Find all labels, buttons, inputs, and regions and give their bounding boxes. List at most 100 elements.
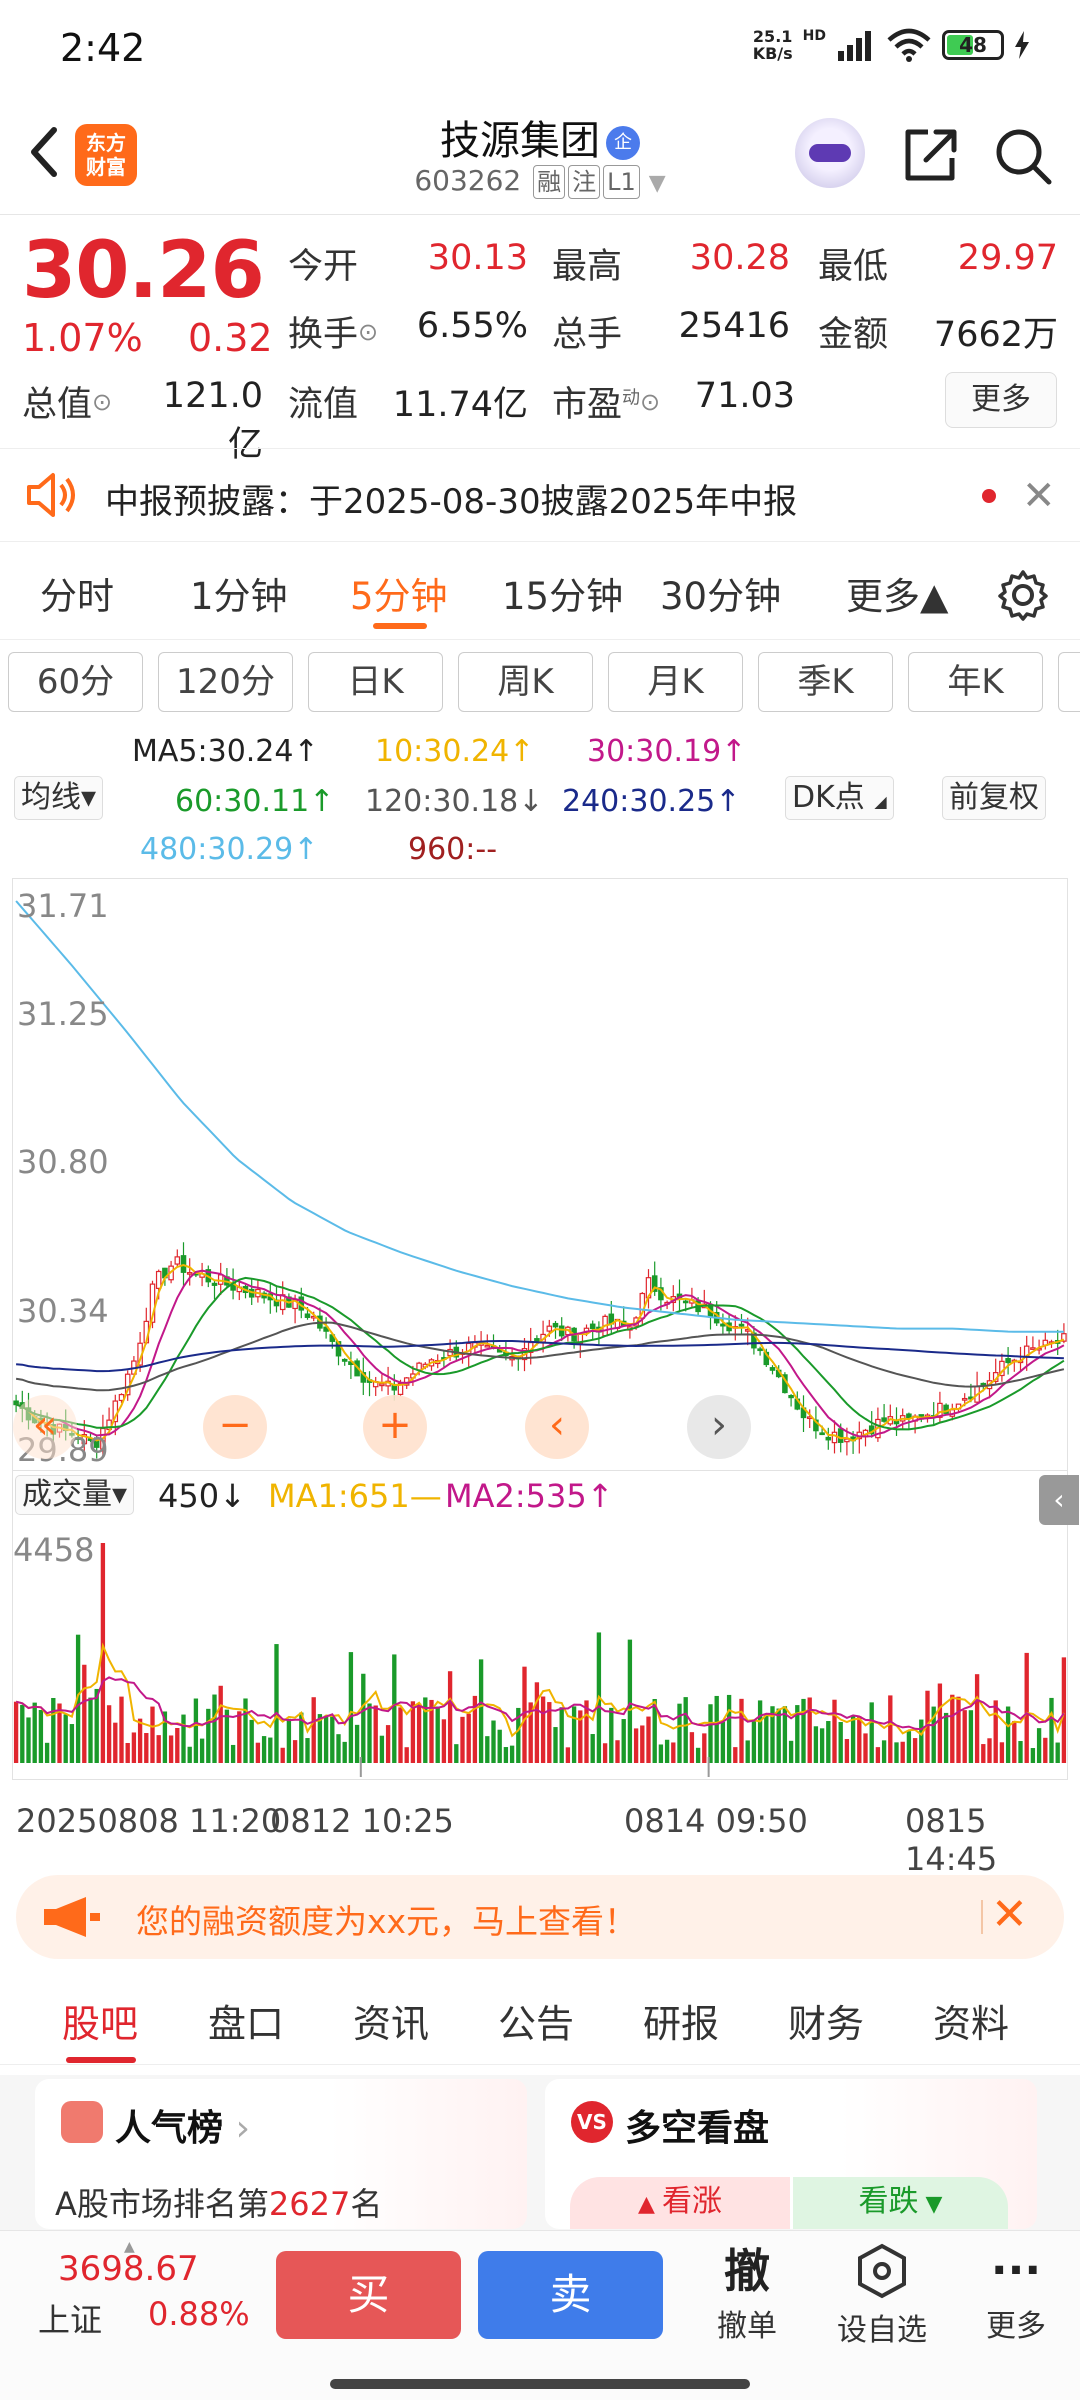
tab-forum[interactable]: 股吧 — [62, 1993, 138, 2048]
kline-chart[interactable]: 31.71 31.25 30.80 30.34 29.89 « − + ‹ › — [12, 878, 1068, 1478]
close-icon[interactable]: ✕ — [991, 1889, 1028, 1940]
bear-button[interactable]: 看跌 ▼ — [793, 2177, 1008, 2229]
volume-bar — [311, 1697, 316, 1763]
volume-bar — [764, 1714, 769, 1763]
popularity-card[interactable]: 人气榜 › A股市场排名第2627名 — [35, 2079, 527, 2229]
tab-research[interactable]: 研报 — [643, 1993, 719, 2048]
promo-banner[interactable]: 您的融资额度为xx元，马上查看！ ✕ — [16, 1875, 1064, 1959]
volume-bar — [869, 1702, 874, 1763]
open-value: 30.13 — [427, 238, 528, 278]
volume-bar — [1030, 1748, 1036, 1763]
volume-bar — [615, 1740, 620, 1763]
more-button[interactable]: ··· 更多 — [966, 2243, 1066, 2345]
dk-point-button[interactable]: DK点 ◢ — [785, 776, 894, 820]
volume-bar — [720, 1721, 726, 1763]
dropdown-triangle-icon[interactable]: ▼ — [649, 171, 666, 196]
sentiment-card[interactable]: VS 多空看盘 ▲ 看涨 看跌 ▼ — [545, 2079, 1037, 2229]
volume-bar — [460, 1716, 465, 1763]
volume-bar — [441, 1719, 447, 1763]
tab-news[interactable]: 资讯 — [353, 1993, 429, 2048]
tab-yearly[interactable]: 年K — [908, 652, 1043, 712]
volume-bar — [323, 1715, 329, 1763]
y-tick-label: 30.34 — [17, 1292, 109, 1330]
tab-15min[interactable]: 15分钟 — [502, 566, 623, 620]
volume-bar — [745, 1740, 750, 1763]
candle-body — [546, 1325, 553, 1332]
candle-body — [217, 1274, 224, 1285]
volume-bar — [695, 1747, 701, 1763]
zoom-in-icon[interactable]: + — [363, 1395, 427, 1459]
add-watchlist-button[interactable]: 设自选 — [832, 2243, 932, 2349]
y-tick-label: 31.25 — [17, 995, 109, 1033]
volume-bar — [633, 1728, 639, 1763]
kline-period-tabs: 60分 120分 日K 周K 月K 季K 年K — [0, 652, 1080, 714]
notice-bar[interactable]: 中报预披露：于2025-08-30披露2025年中报 ✕ — [0, 448, 1080, 542]
volume-bar — [113, 1722, 118, 1763]
tab-financials[interactable]: 财务 — [788, 1993, 864, 2048]
tab-quarterly[interactable]: 季K — [758, 652, 893, 712]
tab-timeshare[interactable]: 分时 — [40, 566, 114, 620]
indicator-selector[interactable]: 成交量▾ — [15, 1475, 135, 1515]
volume-bar — [1061, 1657, 1067, 1763]
tab-more[interactable]: 更多▲ — [846, 566, 948, 620]
tab-announcements[interactable]: 公告 — [498, 1993, 574, 2048]
index-value[interactable]: 3698.67 — [58, 2249, 199, 2289]
adjust-button[interactable]: 前复权 — [942, 776, 1046, 820]
collapse-panel-icon[interactable]: ‹ — [1039, 1475, 1079, 1525]
volume-panel[interactable]: 成交量▾ 450↓ MA1:651— MA2:535↑ ‹ 4458 — [12, 1470, 1079, 1780]
ma-legend: 均线▾ MA5:30.24↑ 10:30.24↑ 30:30.19↑ 60:30… — [0, 730, 1080, 870]
turnover-value: 6.55% — [416, 306, 528, 346]
volume-bar — [361, 1673, 366, 1763]
gear-icon[interactable] — [996, 568, 1050, 622]
x-tick-label: 0814 09:50 — [624, 1802, 808, 1840]
candle-body — [961, 1397, 968, 1401]
candle-body — [180, 1255, 187, 1273]
volume-bar — [261, 1736, 267, 1763]
more-quote-button[interactable]: 更多 — [945, 372, 1057, 428]
cancel-order-button[interactable]: 撤 撤单 — [697, 2243, 797, 2345]
tab-5min[interactable]: 5分钟 — [350, 566, 448, 620]
scroll-left-icon[interactable]: ‹ — [525, 1395, 589, 1459]
index-name[interactable]: 上证 — [38, 2295, 102, 2341]
tab-monthly[interactable]: 月K — [608, 652, 743, 712]
buy-button[interactable]: 买 — [276, 2251, 461, 2339]
volume-bar — [131, 1732, 137, 1763]
bull-button[interactable]: ▲ 看涨 — [570, 2177, 790, 2229]
scroll-right-icon[interactable]: › — [687, 1395, 751, 1459]
info-icon: ⊙ — [640, 388, 661, 416]
ma30-value: 30:30.19↑ — [587, 734, 747, 769]
zoom-out-icon[interactable]: − — [203, 1395, 267, 1459]
float-value: 11.74亿 — [392, 385, 528, 425]
volume-bar — [987, 1738, 992, 1763]
volume-bar — [1005, 1706, 1011, 1763]
tab-weekly[interactable]: 周K — [458, 652, 593, 712]
ai-assistant-icon[interactable] — [795, 118, 865, 188]
scroll-left-fast-icon[interactable]: « — [13, 1395, 77, 1459]
volume-bar — [342, 1741, 347, 1763]
tab-120min[interactable]: 120分 — [158, 652, 293, 712]
tab-profile[interactable]: 资料 — [933, 1993, 1009, 2048]
volume-bar — [292, 1740, 298, 1763]
tab-daily[interactable]: 日K — [308, 652, 443, 712]
tab-1min[interactable]: 1分钟 — [190, 566, 288, 620]
search-icon[interactable] — [993, 126, 1053, 186]
tab-orderbook[interactable]: 盘口 — [208, 1993, 284, 2048]
share-icon[interactable] — [900, 126, 960, 186]
volume-bar — [478, 1659, 484, 1763]
volume-bar — [522, 1666, 527, 1763]
tab-30min[interactable]: 30分钟 — [660, 566, 781, 620]
tab-overflow[interactable] — [1058, 652, 1080, 712]
candle-body — [825, 1436, 832, 1441]
close-icon[interactable]: ✕ — [1022, 473, 1056, 519]
tab-60min[interactable]: 60分 — [8, 652, 143, 712]
volume-bar — [354, 1724, 360, 1763]
ma-selector[interactable]: 均线▾ — [14, 776, 104, 820]
volume-bar — [404, 1747, 409, 1763]
volume-bar — [894, 1742, 899, 1763]
volume-bar — [82, 1664, 87, 1763]
volume-bar — [491, 1720, 496, 1763]
sell-button[interactable]: 卖 — [478, 2251, 663, 2339]
info-tabs: 股吧 盘口 资讯 公告 研报 财务 资料 — [0, 1975, 1080, 2065]
volume-bar — [224, 1709, 230, 1763]
home-indicator — [330, 2379, 750, 2389]
